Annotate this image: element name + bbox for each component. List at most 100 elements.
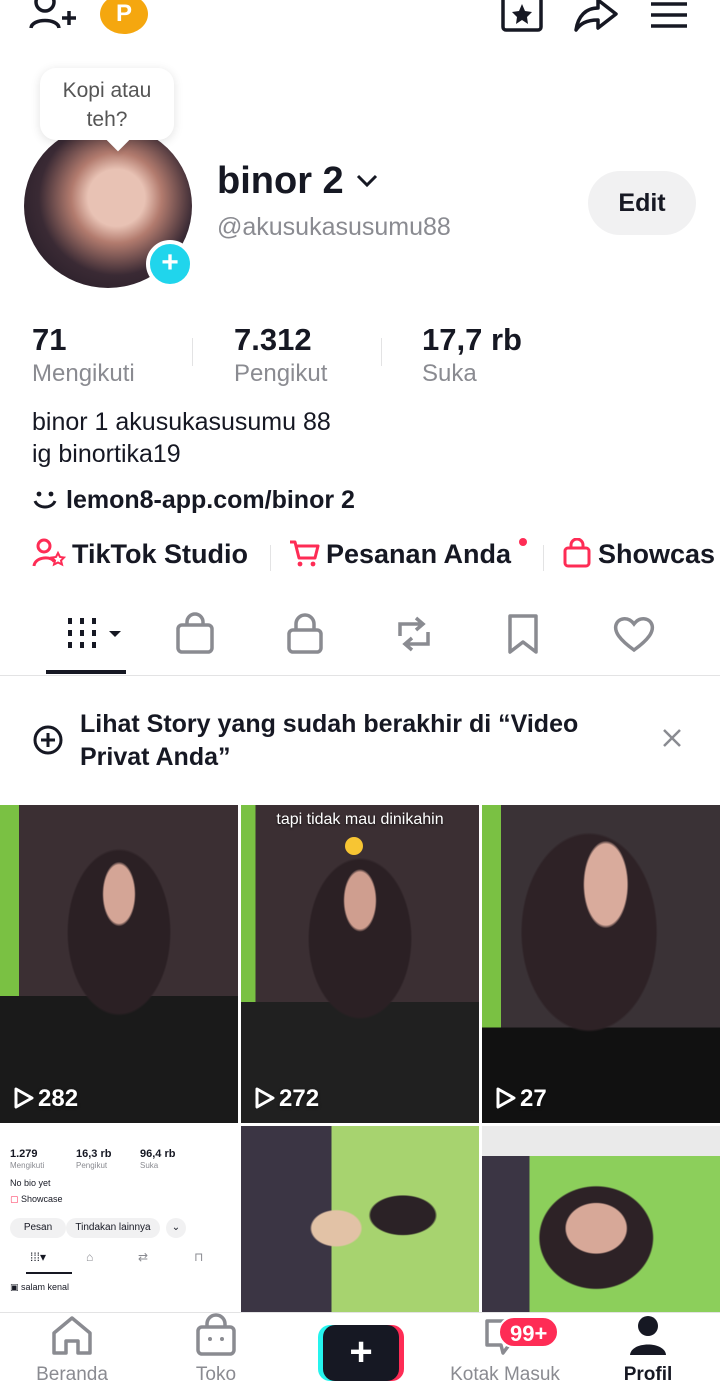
profile-person-icon	[630, 1316, 666, 1355]
mini-showcase-label: Showcase	[21, 1194, 63, 1204]
add-story-plus-icon[interactable]: +	[146, 240, 194, 288]
video-thumbnail[interactable]	[482, 1126, 720, 1312]
mini-bookmark-icon: ⊓	[194, 1250, 204, 1264]
mini-stat-label: Pengikut	[76, 1161, 108, 1170]
stat-followers[interactable]: 7.312 Pengikut	[234, 322, 327, 388]
mini-stat-value: 96,4 rb	[140, 1148, 176, 1160]
emoji-icon	[345, 837, 363, 855]
create-button[interactable]: +	[318, 1325, 404, 1381]
showcase-label: Showcas	[598, 539, 716, 569]
bio-line: ig binortika19	[32, 440, 181, 468]
mini-pinned: ▣ salam kenal	[10, 1282, 70, 1292]
mini-showcase: ▢ Showcase	[10, 1194, 63, 1204]
link-smile-icon	[33, 491, 57, 509]
stat-following[interactable]: 71 Mengikuti	[32, 322, 135, 388]
view-count: 27	[494, 1085, 547, 1113]
edit-profile-button[interactable]: Edit	[588, 171, 696, 235]
showcase-button[interactable]: Showcas	[562, 537, 716, 570]
share-icon[interactable]	[572, 0, 620, 39]
home-icon	[52, 1316, 92, 1355]
video-caption: tapi tidak mau dinikahin	[276, 811, 444, 828]
coin-icon[interactable]: P	[100, 0, 148, 34]
mini-bag-icon: ⌂	[86, 1250, 94, 1264]
studio-label: TikTok Studio	[72, 539, 249, 569]
menu-icon[interactable]	[650, 0, 688, 35]
stat-label: Suka	[422, 360, 477, 387]
nav-profile[interactable]: Profil	[606, 1313, 690, 1386]
mini-stat-value: 1.279	[10, 1148, 38, 1160]
active-tab-indicator	[46, 670, 126, 674]
video-thumbnail-profile-screenshot[interactable]: 1.279 Mengikuti 16,3 rb Pengikut 96,4 rb…	[0, 1126, 238, 1312]
view-count: 272	[253, 1085, 319, 1113]
stat-value: 71	[32, 322, 67, 357]
profile-name[interactable]: binor 2	[217, 160, 344, 203]
expired-story-banner[interactable]: Lihat Story yang sudah berakhir di “Vide…	[0, 690, 720, 790]
tab-private-lock-icon[interactable]	[286, 612, 324, 661]
tiktok-studio-button[interactable]: TikTok Studio	[32, 538, 248, 570]
bio: binor 1 akusukasusumu 88 ig binortika19	[32, 406, 331, 470]
notification-dot	[519, 538, 527, 546]
mini-more-actions-button: Tindakan lainnya	[66, 1218, 160, 1238]
divider	[543, 545, 544, 571]
cart-icon	[290, 540, 320, 567]
orders-label: Pesanan Anda	[326, 539, 512, 569]
shopping-bag-icon	[563, 537, 591, 568]
inbox-badge: 99+	[498, 1316, 560, 1348]
mini-bio: No bio yet	[10, 1178, 51, 1188]
mini-tab-indicator	[26, 1272, 72, 1274]
nav-label: Beranda	[36, 1364, 108, 1385]
divider	[192, 338, 193, 366]
top-bar: P	[0, 0, 720, 50]
mini-pinned-label: salam kenal	[21, 1282, 70, 1292]
view-count-value: 27	[520, 1085, 547, 1112]
nav-label: Kotak Masuk	[450, 1364, 560, 1385]
add-friend-icon[interactable]	[28, 0, 78, 39]
story-plus-icon	[32, 724, 64, 761]
tab-liked-heart-icon[interactable]	[612, 612, 656, 661]
stat-value: 17,7 rb	[422, 322, 522, 357]
stat-value: 7.312	[234, 322, 312, 357]
tab-shop-bag-icon[interactable]	[175, 612, 215, 661]
content-tabs	[0, 600, 720, 676]
note-bubble[interactable]: Kopi atau teh?	[40, 68, 174, 140]
shop-bag-icon	[196, 1313, 236, 1356]
close-icon[interactable]	[660, 726, 684, 755]
tab-reposts-icon[interactable]	[392, 612, 436, 661]
tab-saved-bookmark-icon[interactable]	[506, 612, 540, 661]
bottom-navigation: Beranda Toko + Kotak Masuk Profil	[0, 1312, 720, 1392]
chevron-down-icon[interactable]	[355, 170, 379, 195]
studio-person-star-icon	[32, 538, 67, 567]
mini-repost-icon: ⇄	[138, 1250, 149, 1264]
nav-home[interactable]: Beranda	[24, 1313, 120, 1386]
nav-label: Toko	[195, 1364, 237, 1385]
view-count: 282	[12, 1085, 78, 1113]
mini-message-button: Pesan	[10, 1218, 66, 1238]
favorites-star-icon[interactable]	[500, 0, 546, 39]
video-thumbnail[interactable]: 27	[482, 805, 720, 1123]
stat-likes[interactable]: 17,7 rb Suka	[422, 322, 522, 388]
divider	[270, 545, 271, 571]
view-count-value: 272	[279, 1085, 320, 1112]
bio-line: binor 1 akusukasusumu 88	[32, 408, 331, 436]
stat-label: Pengikut	[234, 360, 328, 387]
mini-grid-icon: ⁞⁞⁞▾	[30, 1250, 47, 1264]
bio-link[interactable]: lemon8-app.com/binor 2	[32, 486, 355, 515]
nav-shop[interactable]: Toko	[168, 1313, 264, 1386]
orders-button[interactable]: Pesanan Anda	[288, 538, 511, 570]
mini-stat-label: Suka	[140, 1161, 159, 1170]
mini-stat-label: Mengikuti	[10, 1161, 45, 1170]
nav-label: Profil	[623, 1364, 673, 1385]
profile-handle: @akusukasusumu88	[217, 213, 451, 241]
plus-icon: +	[323, 1325, 399, 1381]
mini-chevron-icon: ⌄	[166, 1218, 186, 1238]
bio-link-text: lemon8-app.com/binor 2	[66, 486, 355, 514]
divider	[381, 338, 382, 366]
video-thumbnail[interactable]: 282	[0, 805, 238, 1123]
tab-videos-grid-icon[interactable]	[66, 614, 126, 659]
story-banner-text: Lihat Story yang sudah berakhir di “Vide…	[80, 710, 579, 771]
mini-stat-value: 16,3 rb	[76, 1148, 112, 1160]
video-thumbnail[interactable]: tapi tidak mau dinikahin 272	[241, 805, 479, 1123]
video-grid: 282 tapi tidak mau dinikahin 272 27 1.27…	[0, 805, 720, 1315]
video-thumbnail[interactable]	[241, 1126, 479, 1312]
view-count-value: 282	[38, 1085, 79, 1112]
